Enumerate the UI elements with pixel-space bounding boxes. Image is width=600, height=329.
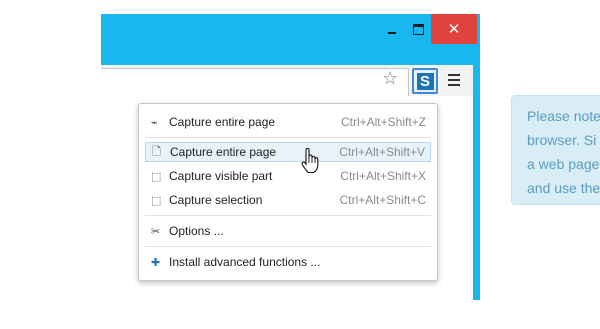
selection-icon: ⬚ xyxy=(151,194,162,207)
hamburger-menu-icon[interactable] xyxy=(448,74,460,89)
menu-item-capture-entire-page-quick[interactable]: ⌁ Capture entire page Ctrl+Alt+Shift+Z xyxy=(145,112,431,132)
menu-divider xyxy=(145,215,431,216)
menu-item-shortcut: Ctrl+Alt+Shift+C xyxy=(339,193,426,207)
menu-item-capture-entire-page[interactable]: 🗋 Capture entire page Ctrl+Alt+Shift+V xyxy=(145,142,431,162)
page-icon: 🗋 xyxy=(152,145,161,158)
star-icon[interactable]: ☆ xyxy=(382,68,398,88)
visible-part-icon: ⬚ xyxy=(151,170,162,183)
address-bar[interactable] xyxy=(101,68,409,97)
screenshot-extension-icon: S xyxy=(416,72,434,90)
menu-item-label: Install advanced functions ... xyxy=(169,255,321,269)
tools-icon: ✂ xyxy=(151,225,161,238)
menu-item-label: Capture entire page xyxy=(169,115,276,129)
menu-item-options[interactable]: ✂ Options ... xyxy=(145,221,431,241)
notice-line: a web page xyxy=(527,156,600,172)
notice-line: browser. Si xyxy=(527,132,597,148)
menu-item-label: Options ... xyxy=(169,224,224,238)
notice-line: Please note xyxy=(527,108,600,124)
menu-item-shortcut: Ctrl+Alt+Shift+Z xyxy=(340,115,426,129)
capture-entire-page-quick-icon: ⌁ xyxy=(151,116,158,129)
screenshot-extension-button[interactable]: S xyxy=(412,68,438,94)
menu-item-shortcut: Ctrl+Alt+Shift+X xyxy=(340,169,426,183)
menu-divider xyxy=(145,246,431,247)
menu-item-capture-selection[interactable]: ⬚ Capture selection Ctrl+Alt+Shift+C xyxy=(145,190,431,210)
menu-divider xyxy=(145,137,431,138)
menu-item-shortcut: Ctrl+Alt+Shift+V xyxy=(339,145,425,159)
maximize-icon xyxy=(412,23,424,35)
menu-item-capture-visible-part[interactable]: ⬚ Capture visible part Ctrl+Alt+Shift+X xyxy=(145,166,431,186)
notice-line: and use the xyxy=(527,180,600,196)
menu-item-install-advanced-functions[interactable]: ✚ Install advanced functions ... xyxy=(145,252,431,272)
maximize-button[interactable] xyxy=(405,14,431,44)
close-icon: ✕ xyxy=(447,20,461,38)
hand-cursor-icon xyxy=(301,148,319,174)
menu-item-label: Capture selection xyxy=(169,193,263,207)
plus-icon: ✚ xyxy=(151,256,161,269)
minimize-icon xyxy=(388,31,396,34)
info-notice: Please note browser. Si a web page and u… xyxy=(511,95,600,205)
minimize-button[interactable] xyxy=(379,14,405,44)
extension-dropdown-menu: ⌁ Capture entire page Ctrl+Alt+Shift+Z 🗋… xyxy=(138,103,438,281)
close-button[interactable]: ✕ xyxy=(431,14,477,44)
